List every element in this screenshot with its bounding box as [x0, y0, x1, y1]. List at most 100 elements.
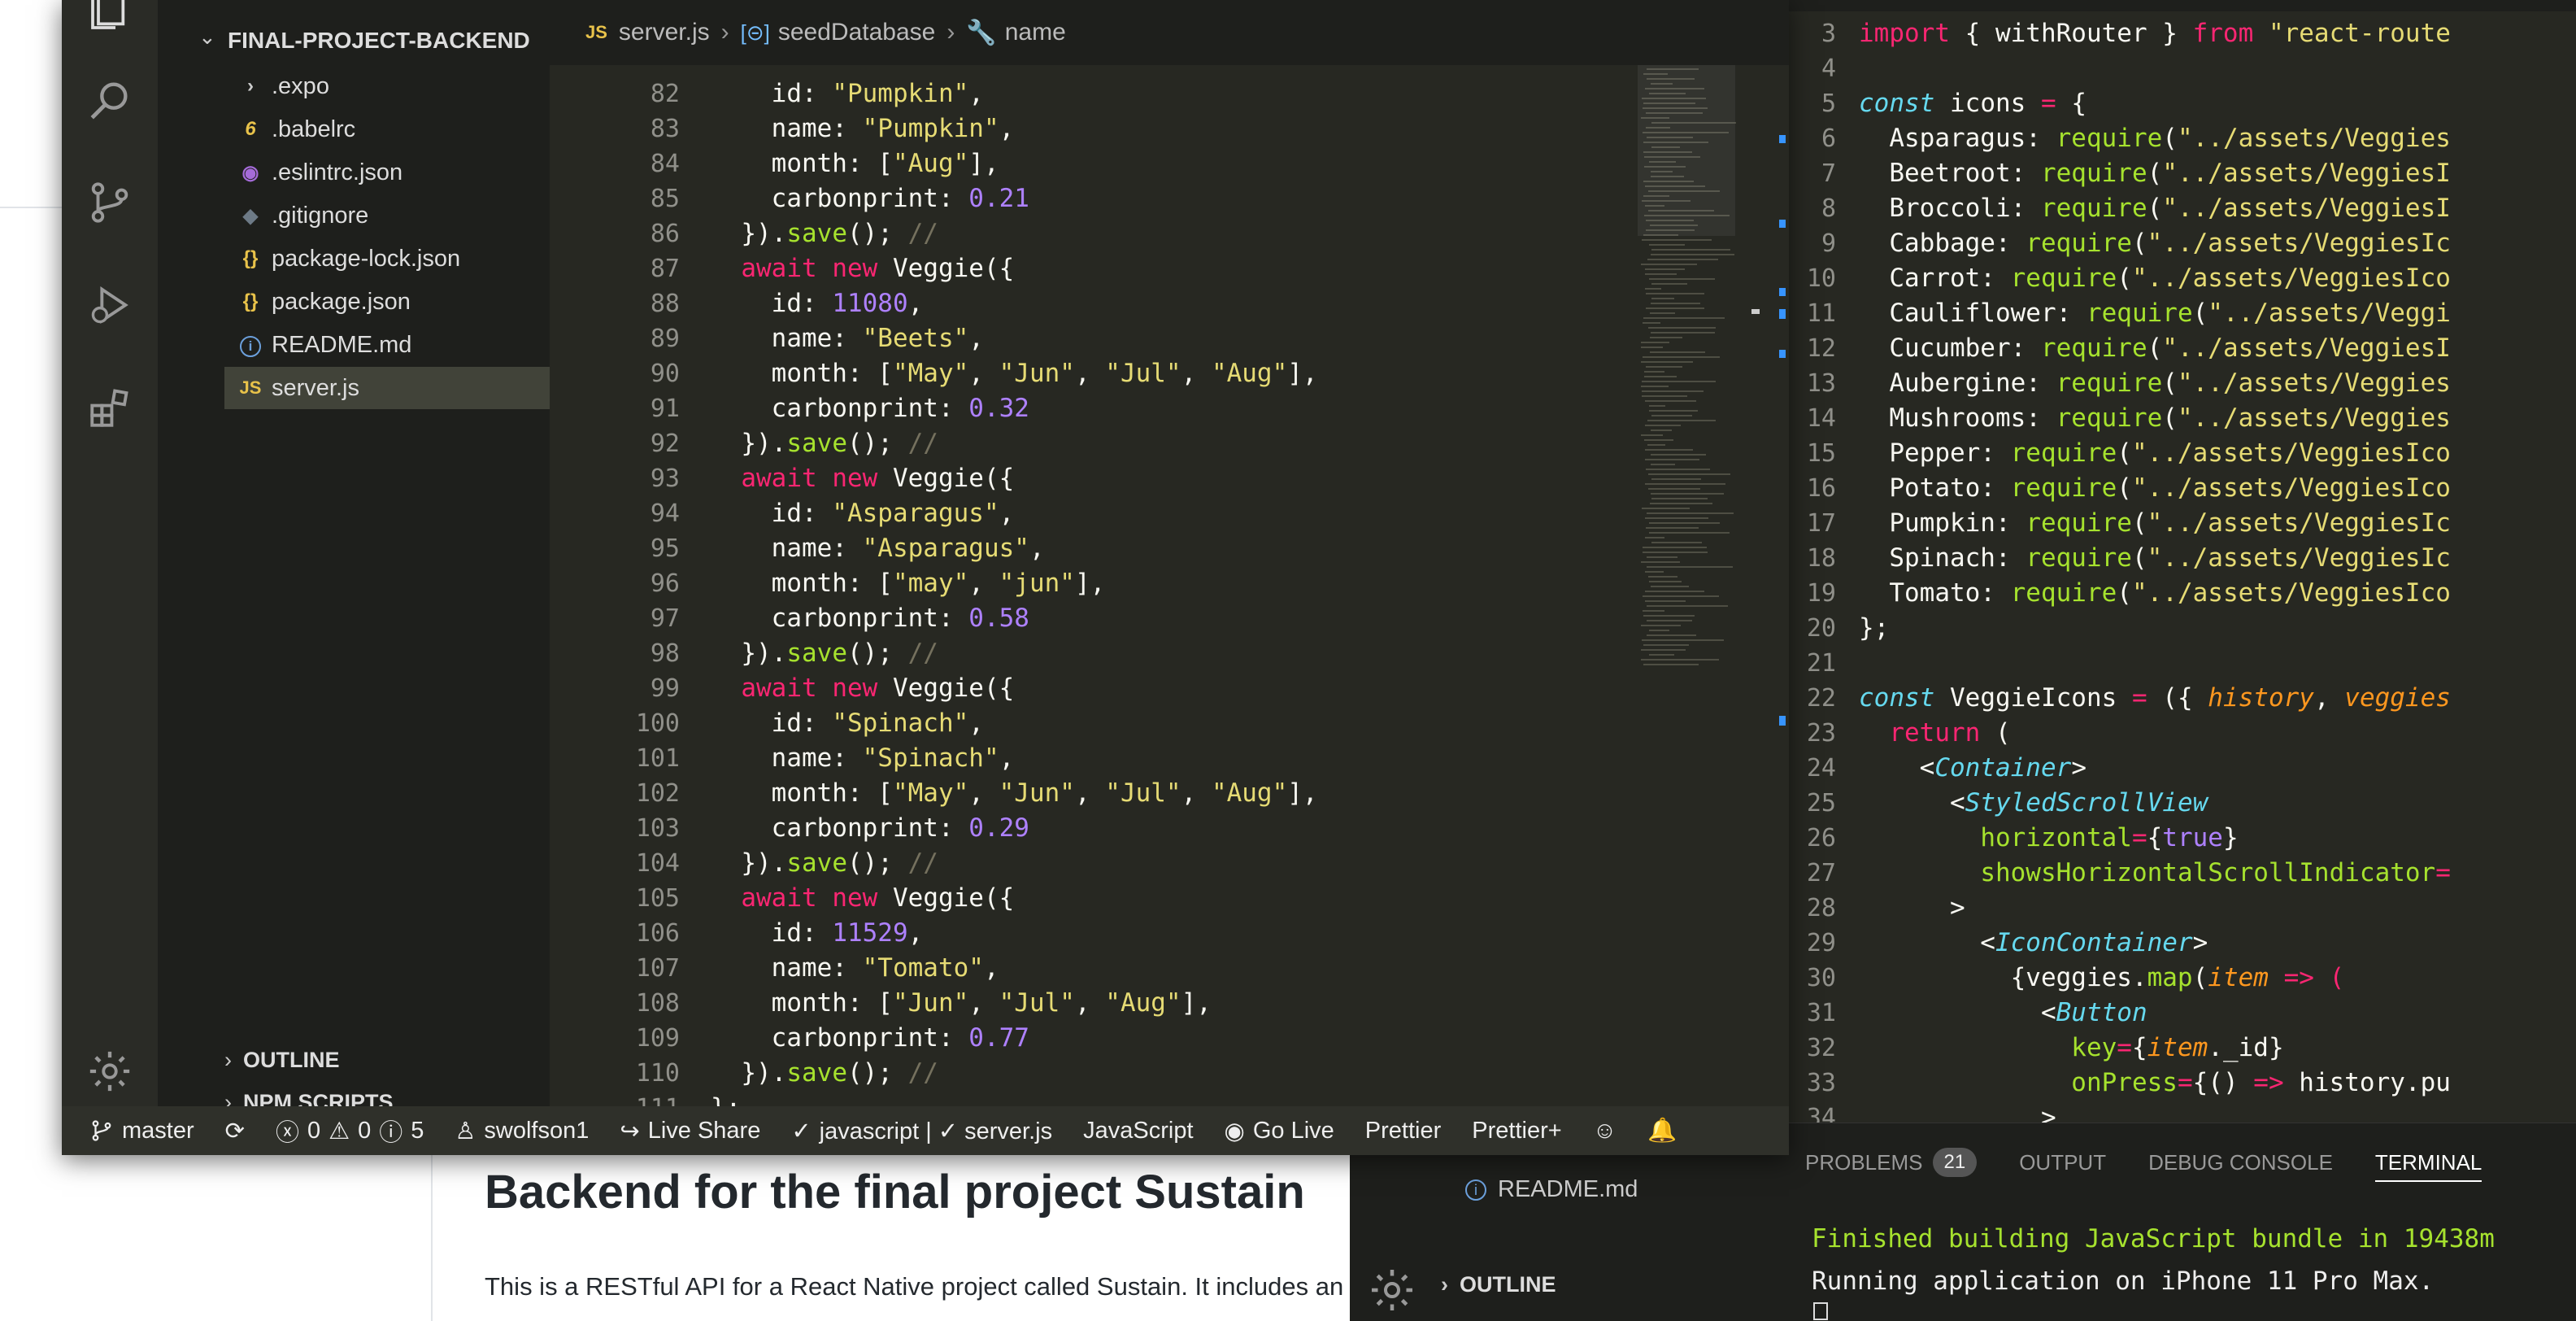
line-number: 14	[1806, 404, 1836, 433]
sync-icon[interactable]: ⟳	[225, 1117, 245, 1145]
code-token: showsHorizontalScrollIndicator	[1980, 858, 2436, 887]
tab-terminal[interactable]: TERMINAL	[2374, 1150, 2482, 1182]
tab-output[interactable]: OUTPUT	[2019, 1150, 2106, 1175]
run-debug-icon[interactable]	[80, 275, 140, 335]
prettier-label: Prettier	[1364, 1117, 1442, 1144]
code-token: //	[907, 848, 938, 878]
minimap-line	[1651, 249, 1730, 251]
code-editor[interactable]: id: "Pumpkin", name: "Pumpkin", month: […	[711, 65, 1638, 1106]
right-outline-section[interactable]: › OUTLINE	[1441, 1272, 1556, 1297]
code-token: }).	[711, 848, 787, 878]
manage-gear-icon[interactable]	[80, 1041, 140, 1101]
live-share-button[interactable]: ↪ Live Share	[620, 1117, 760, 1145]
code-token: "../assets/Veggies	[2177, 403, 2451, 433]
code-token: (	[2117, 264, 2132, 293]
minimap-line	[1645, 571, 1664, 573]
file-item-eslintrc[interactable]: ◉ .eslintrc.json	[224, 151, 550, 194]
minimap-line	[1651, 454, 1706, 456]
go-live-button[interactable]: ◉ Go Live	[1225, 1117, 1334, 1145]
code-token: "Jul"	[1105, 359, 1181, 388]
user-indicator[interactable]: ♙ swolfson1	[455, 1117, 589, 1145]
code-token: "Pumpkin"	[832, 79, 969, 108]
minimap-line	[1651, 429, 1672, 431]
code-token: (	[2117, 578, 2132, 608]
line-number: 28	[1806, 894, 1836, 922]
code-token: Veggie({	[877, 254, 1015, 283]
code-token: require	[2010, 438, 2117, 468]
code-token: carbonprint:	[711, 604, 969, 633]
line-number: 100	[635, 709, 680, 738]
code-token: "Jun"	[999, 778, 1075, 808]
outline-section[interactable]: › OUTLINE	[224, 1048, 340, 1073]
minimap-line	[1647, 566, 1733, 568]
chevron-right-icon: ›	[720, 19, 729, 46]
breadcrumb-file[interactable]: server.js	[619, 19, 710, 46]
check-icon: ✓	[791, 1118, 812, 1144]
breadcrumb-field[interactable]: name	[1005, 19, 1066, 46]
file-item-server-js[interactable]: JS server.js	[224, 367, 550, 409]
bell-icon[interactable]: 🔔	[1647, 1117, 1677, 1144]
problems-indicator[interactable]: ⓧ 0 ⚠ 0 ⓘ 5	[276, 1114, 424, 1148]
search-icon[interactable]	[80, 70, 140, 130]
code-token: require	[2010, 264, 2117, 293]
panel-tabs: PROBLEMS 21 OUTPUT DEBUG CONSOLE TERMINAL	[1771, 1123, 2524, 1201]
code-token: history.pu	[2283, 1068, 2451, 1097]
manage-gear-icon[interactable]	[1368, 1266, 1416, 1314]
file-item-readme[interactable]: i README.md	[224, 324, 550, 366]
line-number: 96	[650, 569, 680, 598]
code-token: carbonprint:	[711, 1023, 969, 1053]
language-mode[interactable]: JavaScript	[1083, 1118, 1193, 1144]
code-token: require	[2010, 473, 2117, 503]
extensions-icon[interactable]	[80, 377, 140, 438]
file-item-babelrc[interactable]: 6 .babelrc	[224, 108, 550, 150]
minimap-line	[1644, 376, 1677, 377]
eslint-indicator[interactable]: ✓ javascript | ✓ server.js	[791, 1117, 1052, 1145]
file-item-gitignore[interactable]: ◆ .gitignore	[224, 194, 550, 237]
file-item-package-json[interactable]: {} package.json	[224, 281, 550, 323]
minimap-line	[1651, 493, 1724, 495]
user-label: swolfson1	[484, 1117, 590, 1144]
line-number: 26	[1806, 824, 1836, 852]
prettier-indicator[interactable]: Prettier	[1365, 1118, 1441, 1144]
breadcrumb-symbol[interactable]: seedDatabase	[778, 19, 935, 46]
line-number: 110	[635, 1059, 680, 1088]
right-code-viewport[interactable]: import { withRouter } from "react-route c…	[1859, 11, 2576, 1123]
source-control-icon[interactable]	[80, 172, 140, 233]
feedback-icon[interactable]: ☺	[1593, 1118, 1617, 1144]
readme-file-item[interactable]: i README.md	[1465, 1176, 1638, 1203]
minimap-line	[1645, 425, 1681, 426]
tab-debug-console[interactable]: DEBUG CONSOLE	[2148, 1150, 2333, 1175]
prettier-plus-indicator[interactable]: Prettier+	[1472, 1118, 1561, 1144]
code-token: id:	[711, 289, 833, 318]
line-number: 31	[1806, 999, 1836, 1027]
project-name[interactable]: FINAL-PROJECT-BACKEND	[228, 28, 530, 54]
code-token: =>	[2253, 1068, 2284, 1097]
code-token: key	[2071, 1033, 2117, 1062]
explorer-icon[interactable]	[80, 0, 140, 41]
code-token: (	[2131, 229, 2147, 258]
wrench-icon: 🔧	[966, 19, 997, 46]
code-token: ,	[2313, 683, 2345, 713]
code-token: require	[2040, 194, 2147, 223]
code-token: name:	[711, 743, 863, 773]
code-token: "../assets/VeggiesIco	[2131, 438, 2451, 468]
collapse-chevron-icon[interactable]: ⌄	[198, 24, 216, 50]
minimap-line	[1645, 600, 1686, 602]
file-item-expo[interactable]: › .expo	[224, 65, 550, 107]
minimap[interactable]	[1638, 65, 1789, 1106]
tab-problems[interactable]: PROBLEMS 21	[1805, 1148, 1978, 1177]
code-token: (	[2192, 299, 2208, 328]
code-token: id:	[711, 499, 833, 528]
person-icon: ♙	[455, 1118, 476, 1144]
code-line: Beetroot: require("../assets/VeggiesI	[1859, 156, 2451, 191]
minimap-line	[1643, 664, 1699, 665]
code-token: =	[2117, 1033, 2132, 1062]
line-number: 83	[650, 115, 680, 143]
file-item-package-lock[interactable]: {} package-lock.json	[224, 238, 550, 280]
code-token: ({	[2147, 683, 2208, 713]
branch-indicator[interactable]: master	[89, 1118, 194, 1144]
code-token: "../assets/VeggiesIc	[2147, 229, 2451, 258]
code-token: (	[2162, 368, 2178, 398]
